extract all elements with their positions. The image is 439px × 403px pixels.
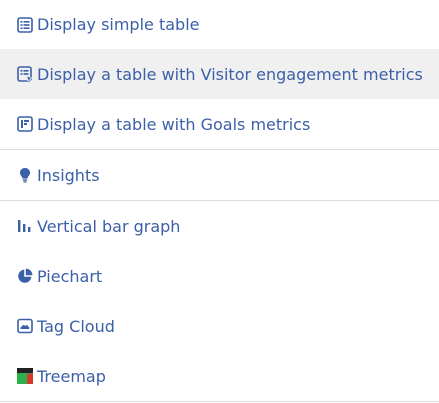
menu-item-label: Display a table with Goals metrics <box>37 114 311 134</box>
menu-item-insights[interactable]: Insights <box>0 150 439 200</box>
insights-section: Insights <box>0 150 439 201</box>
graph-section: Vertical bar graph Piechart Tag Cloud Tr… <box>0 201 439 402</box>
visualization-menu: Display simple table Display a table wit… <box>0 0 439 402</box>
menu-item-label: Display simple table <box>37 15 200 34</box>
table-section: Display simple table Display a table wit… <box>0 0 439 150</box>
table-goals-icon <box>16 116 33 133</box>
menu-item-label: Piechart <box>37 266 103 286</box>
table-list-icon <box>16 16 33 33</box>
treemap-icon <box>16 368 33 385</box>
menu-item-piechart[interactable]: Piechart <box>0 251 439 301</box>
menu-item-label: Display a table with Visitor engagement … <box>37 64 423 84</box>
menu-item-treemap[interactable]: Treemap <box>0 351 439 401</box>
menu-item-label: Vertical bar graph <box>37 216 181 236</box>
menu-item-label: Treemap <box>37 366 106 386</box>
tag-cloud-icon <box>16 318 33 335</box>
table-engagement-icon <box>16 66 33 83</box>
menu-item-goals-table[interactable]: Display a table with Goals metrics <box>0 99 439 149</box>
lightbulb-icon <box>16 167 33 184</box>
menu-item-bar-graph[interactable]: Vertical bar graph <box>0 201 439 251</box>
pie-chart-icon <box>16 268 33 285</box>
bar-chart-icon <box>16 218 33 235</box>
menu-item-simple-table[interactable]: Display simple table <box>0 0 439 49</box>
menu-item-label: Tag Cloud <box>37 316 115 336</box>
menu-item-engagement-table[interactable]: Display a table with Visitor engagement … <box>0 49 439 99</box>
menu-item-label: Insights <box>37 165 100 185</box>
menu-item-tag-cloud[interactable]: Tag Cloud <box>0 301 439 351</box>
